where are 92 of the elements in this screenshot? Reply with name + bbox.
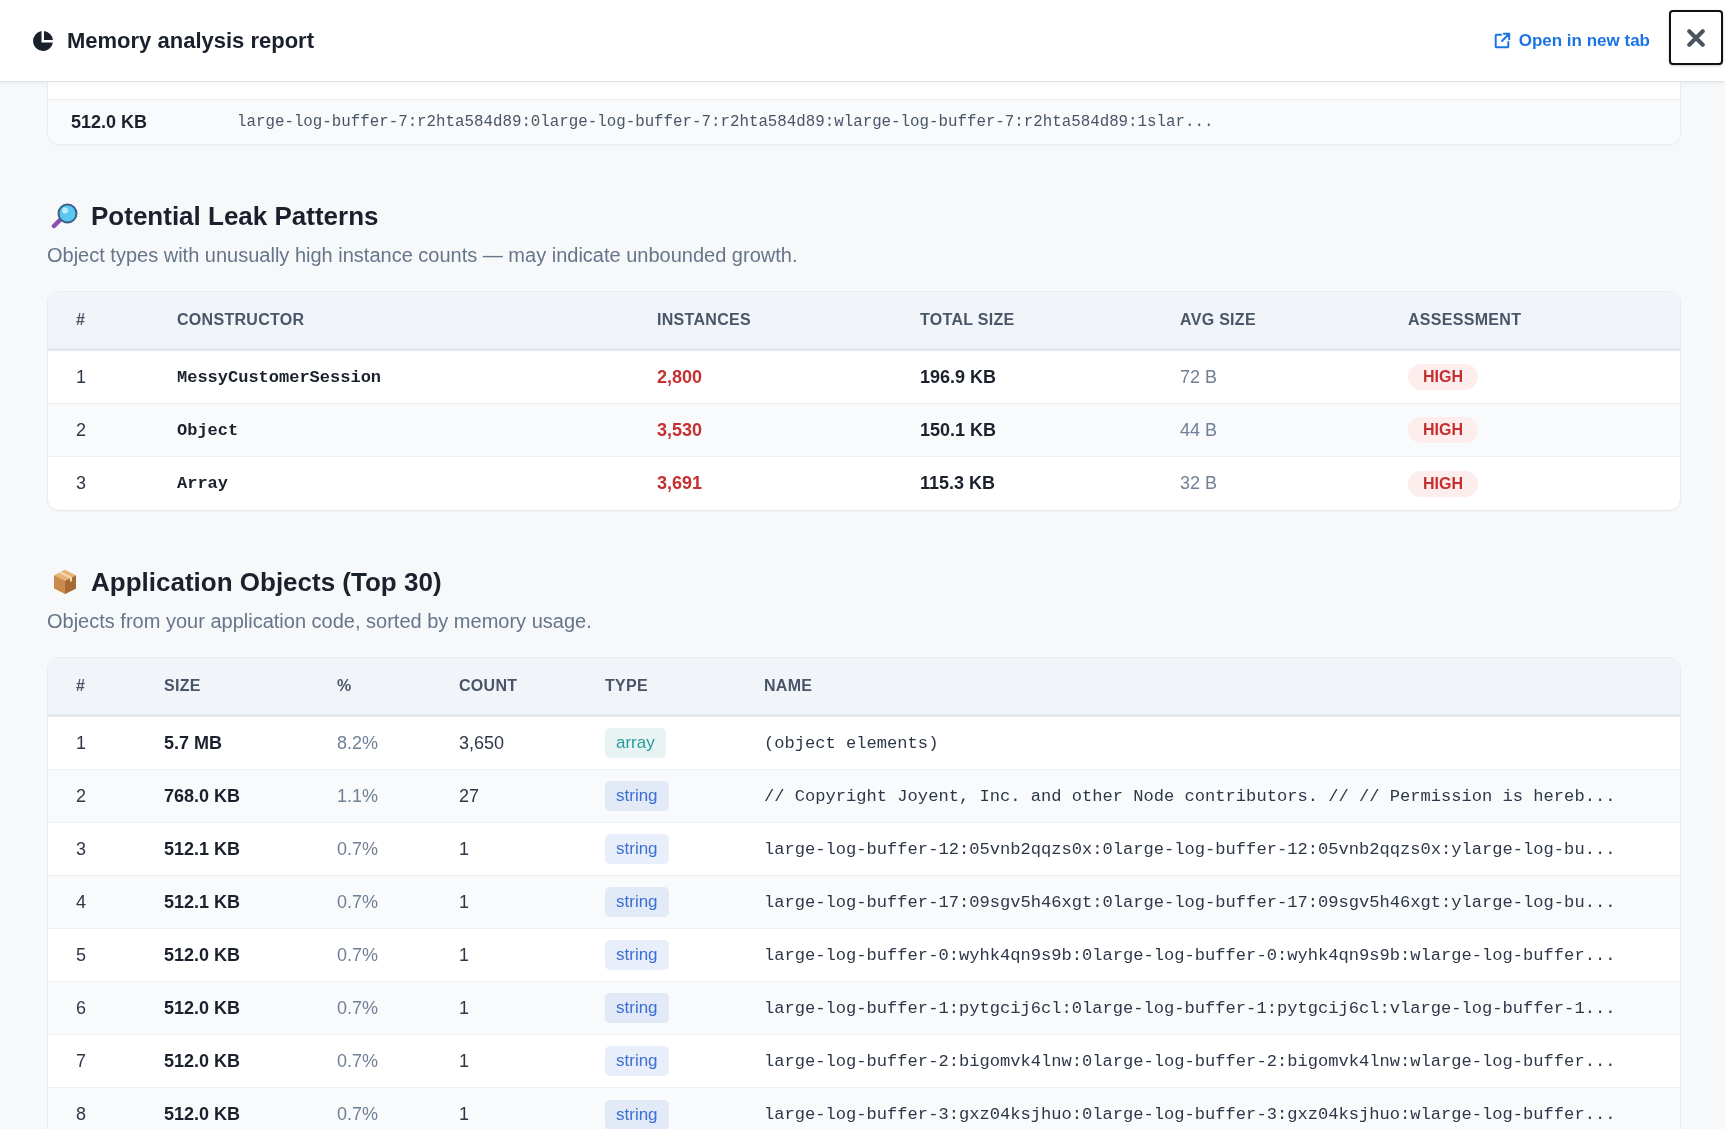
table-cell-text: 1 (459, 997, 470, 1019)
table-cell-text: 27 (459, 785, 481, 807)
table-cell-text: 5 (76, 944, 87, 966)
close-icon (1687, 28, 1705, 47)
section-description: Objects from your application code, sorted by memory usage. (47, 609, 593, 634)
table-cell-text: 2,800 (657, 366, 704, 388)
column-header: COUNT (459, 677, 519, 695)
table-cell-text: 1 (459, 1104, 470, 1125)
table-cell-text: 512.1 KB (164, 838, 242, 860)
table-cell-text: 512.0 KB (71, 111, 149, 133)
column-header: # (76, 311, 87, 329)
report-title: Memory analysis report (67, 27, 314, 54)
table-cell-text: 0.7% (337, 997, 380, 1019)
column-header: NAME (764, 677, 814, 695)
table-cell-text: 768.0 KB (164, 785, 242, 807)
table-cell-text: 2 (76, 785, 87, 807)
external-link-icon (1492, 31, 1511, 50)
magnifying-glass-icon (51, 202, 79, 230)
table-cell-text: 7 (76, 1050, 87, 1072)
table-cell-text: 0.7% (337, 944, 380, 966)
table-cell-text: 512.0 KB (164, 1104, 242, 1125)
table-cell-text: 512.1 KB (164, 891, 242, 913)
column-header: AVG SIZE (1180, 311, 1257, 329)
table-cell-text: 5.7 MB (164, 732, 224, 754)
table-cell-text: 32 B (1180, 473, 1219, 494)
table-cell-text: 8.2% (337, 732, 380, 754)
type-tag: string (605, 834, 669, 864)
table-cell-text: 196.9 KB (920, 366, 998, 388)
type-tag: string (605, 993, 669, 1023)
table-cell-text: // Copyright Joyent, Inc. and other Node contributors. // // Permission is hereb... (764, 786, 1617, 806)
table-cell-text: 1 (76, 366, 87, 388)
table-cell-text: 3,530 (657, 419, 704, 441)
table-cell-text: 1 (76, 732, 87, 754)
severity-tag: HIGH (1408, 364, 1478, 390)
table-cell-text: 3 (76, 473, 87, 494)
table-cell-text: 0.7% (337, 891, 380, 913)
column-header: % (337, 677, 353, 695)
type-tag: string (605, 1046, 669, 1076)
column-header: SIZE (164, 677, 202, 695)
close-button[interactable] (1669, 10, 1723, 65)
table-cell-text: 72 B (1180, 366, 1219, 388)
table-cell-text: 1 (459, 1050, 470, 1072)
table-cell-text: 3,650 (459, 732, 506, 754)
column-header: TOTAL SIZE (920, 311, 1016, 329)
table-cell-text: 1 (459, 944, 470, 966)
table-cell-text: 0.7% (337, 838, 380, 860)
table-cell-text: 44 B (1180, 419, 1219, 441)
column-header: ASSESSMENT (1408, 311, 1523, 329)
section-description: Object types with unusually high instance counts — may indicate unbounded growth. (47, 243, 799, 268)
table-cell-text: Array (177, 474, 229, 493)
type-tag: string (605, 1099, 669, 1129)
open-in-new-tab-link[interactable]: Open in new tab (1492, 30, 1650, 51)
table-cell-text: 1 (459, 891, 470, 913)
section-title: Application Objects (Top 30) (91, 566, 442, 598)
table-cell-text: 150.1 KB (920, 419, 998, 441)
section-title: Potential Leak Patterns (91, 200, 379, 232)
table-cell-text: (object elements) (764, 733, 940, 753)
severity-tag: HIGH (1408, 417, 1478, 443)
type-tag: array (605, 728, 666, 758)
table-cell-text: 1.1% (337, 785, 380, 807)
table-cell-text: 6 (76, 997, 87, 1019)
table-cell-text: 8 (76, 1104, 87, 1125)
table-cell-text: 512.0 KB (164, 997, 242, 1019)
table-cell-text: 512.0 KB (164, 944, 242, 966)
table-cell-text: 115.3 KB (920, 473, 997, 494)
type-tag: string (605, 781, 669, 811)
table-cell-text: Object (177, 420, 240, 440)
type-tag: string (605, 940, 669, 970)
column-header: # (76, 677, 87, 695)
severity-tag: HIGH (1408, 470, 1478, 497)
table-cell-text: large-log-buffer-17:09sgv5h46xgt:0large-log-buffer-17:09sgv5h46xgt:ylarge-log-bu... (764, 892, 1617, 912)
column-header: CONSTRUCTOR (177, 311, 306, 329)
table-cell-text: 0.7% (337, 1104, 380, 1125)
table-cell-text: 0.7% (337, 1050, 380, 1072)
table-cell-text: 1 (459, 838, 470, 860)
type-tag: string (605, 887, 669, 917)
table-cell-text: large-log-buffer-0:wyhk4qn9s9b:0large-log-buffer-0:wyhk4qn9s9b:wlarge-log-buffer... (764, 945, 1617, 965)
pie-chart-icon (31, 28, 55, 53)
table-cell-text: 4 (76, 891, 87, 913)
table-cell-text: MessyCustomerSession (177, 367, 383, 387)
table-cell-text: 3 (76, 838, 87, 860)
table-cell-text: large-log-buffer-7:r2hta584d89:0large-log-buffer-7:r2hta584d89:wlarge-log-buffer-7:r2hta584d89:1slar... (237, 113, 1215, 131)
column-header: TYPE (605, 677, 649, 695)
table-cell-text: large-log-buffer-12:05vnb2qqzs0x:0large-log-buffer-12:05vnb2qqzs0x:ylarge-log-bu... (764, 839, 1617, 859)
table-cell-text: 512.0 KB (164, 1050, 242, 1072)
table-cell-text: large-log-buffer-1:pytgcij6cl:0large-log-buffer-1:pytgcij6cl:vlarge-log-buffer-1... (764, 998, 1617, 1018)
table-cell-text: 3,691 (657, 473, 704, 494)
box-icon (51, 568, 79, 596)
table-cell-text: 2 (76, 419, 87, 441)
table-cell-text: large-log-buffer-3:gxz04ksjhuo:0large-log-buffer-3:gxz04ksjhuo:wlarge-log-buffer... (764, 1105, 1617, 1124)
table-cell-text: large-log-buffer-2:bigomvk4lnw:0large-log-buffer-2:bigomvk4lnw:wlarge-log-buffer... (764, 1051, 1617, 1071)
column-header: INSTANCES (657, 311, 752, 329)
